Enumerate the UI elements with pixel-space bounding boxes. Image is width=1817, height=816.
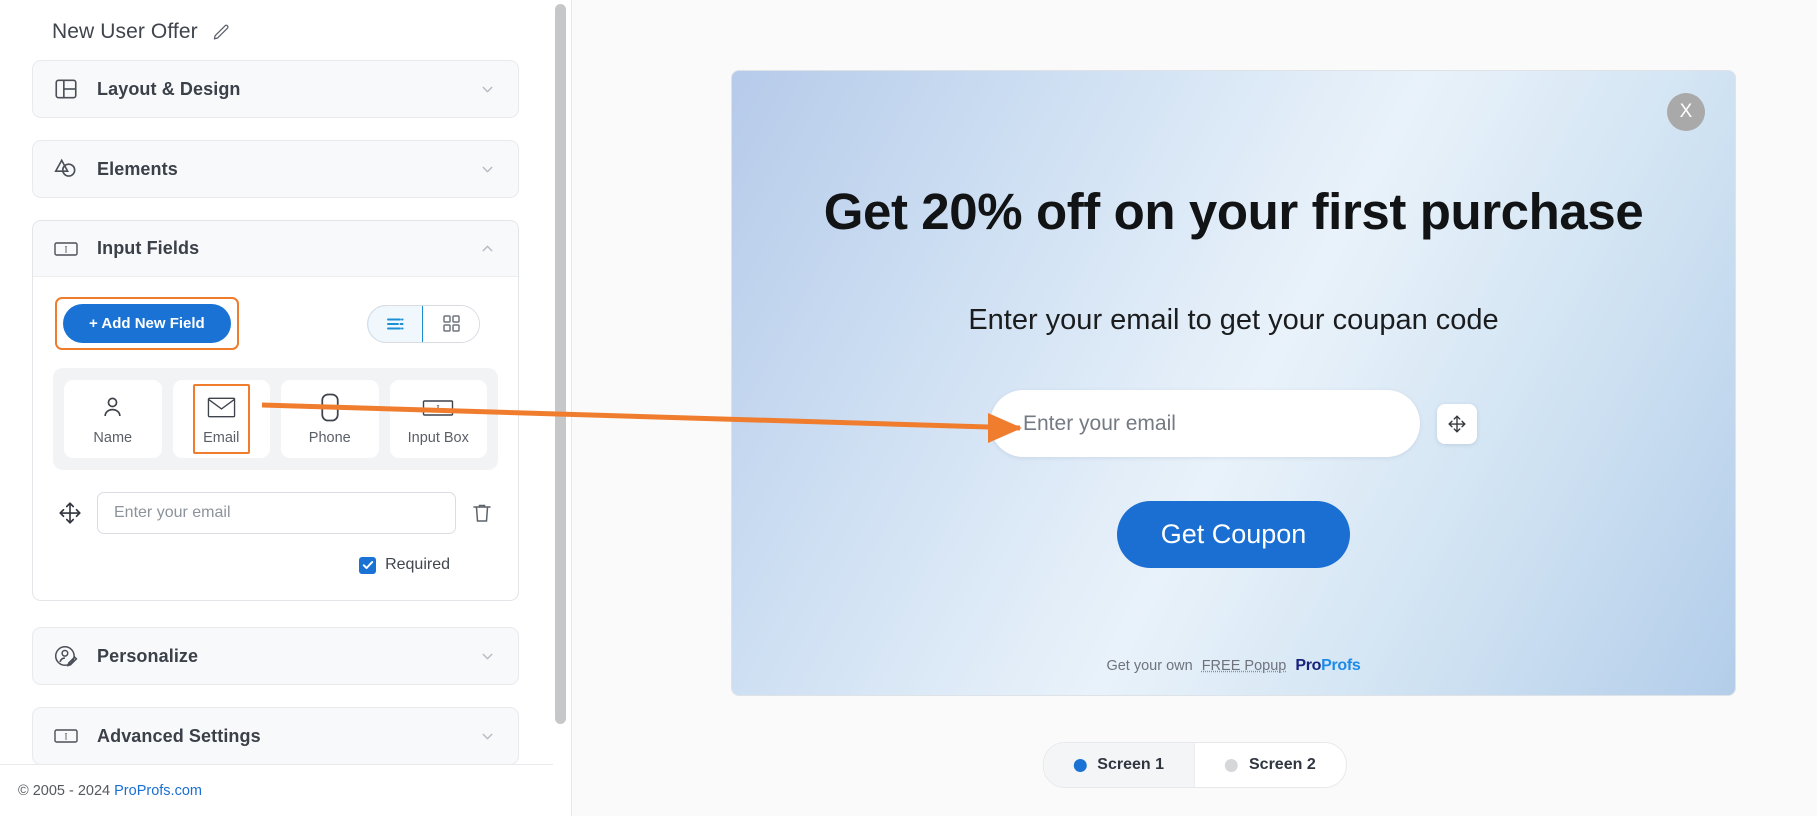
app-root: New User Offer Layout & Design Elements …	[0, 0, 1817, 816]
user-icon	[99, 393, 126, 423]
move-icon[interactable]	[57, 500, 83, 526]
page-title: New User Offer	[52, 20, 198, 43]
copyright-label: © 2005 - 2024	[18, 782, 115, 799]
phone-icon	[320, 393, 340, 423]
popup-preview: X Get 20% off on your first purchase Ent…	[731, 70, 1736, 696]
popup-branding: Get your own FREE Popup ProProfs	[732, 657, 1735, 675]
field-type-label: Phone	[308, 429, 351, 446]
field-type-name[interactable]: Name	[64, 380, 162, 458]
chevron-down-icon[interactable]	[479, 161, 496, 178]
popup-email-row	[732, 390, 1735, 457]
sidebar-scroll-area: New User Offer Layout & Design Elements …	[0, 0, 553, 816]
input-fields-toolbar: + Add New Field	[53, 295, 498, 350]
sidebar-section-personalize[interactable]: Personalize	[32, 627, 519, 685]
envelope-icon	[207, 393, 236, 423]
sidebar-section-label: Personalize	[97, 645, 199, 666]
sidebar-section-advanced-settings[interactable]: I Advanced Settings	[32, 707, 519, 765]
sidebar-section-layout-design[interactable]: Layout & Design	[32, 60, 519, 118]
sidebar-scrollbar-track[interactable]	[555, 0, 569, 816]
sidebar-section-label: Advanced Settings	[97, 725, 261, 746]
status-dot	[1225, 758, 1238, 772]
free-popup-link[interactable]: FREE Popup	[1202, 658, 1287, 674]
screen-switcher: Screen 1 Screen 2	[1042, 742, 1347, 788]
tab-screen-2[interactable]: Screen 2	[1194, 743, 1346, 787]
field-type-picker: Name Email Phone I Input Box	[53, 368, 498, 470]
section-header[interactable]: I Advanced Settings	[33, 708, 518, 764]
section-header[interactable]: Elements	[33, 141, 518, 197]
proprofs-link[interactable]: ProProfs.com	[114, 783, 202, 799]
move-icon[interactable]	[1437, 403, 1477, 444]
grid-view-icon[interactable]	[423, 305, 479, 342]
chevron-up-icon[interactable]	[479, 240, 496, 257]
required-checkbox[interactable]	[359, 556, 377, 574]
input-box-icon: I	[53, 236, 79, 262]
status-dot	[1073, 758, 1087, 772]
add-new-field-button[interactable]: + Add New Field	[63, 304, 231, 343]
logo-part-two: Profs	[1321, 657, 1361, 674]
tab-label: Screen 2	[1249, 756, 1316, 773]
field-type-phone[interactable]: Phone	[281, 380, 379, 458]
svg-text:I: I	[65, 244, 68, 254]
sidebar-section-label: Layout & Design	[97, 78, 241, 99]
popup-subheadline[interactable]: Enter your email to get your coupan code	[732, 304, 1735, 337]
sidebar-section-elements[interactable]: Elements	[32, 140, 519, 198]
popup-headline[interactable]: Get 20% off on your first purchase	[732, 182, 1735, 241]
field-type-input-box[interactable]: I Input Box	[389, 380, 487, 458]
field-type-label: Name	[93, 429, 133, 446]
field-type-label: Input Box	[407, 429, 469, 446]
add-new-field-highlight: + Add New Field	[55, 297, 239, 350]
field-row	[53, 492, 498, 534]
list-view-icon[interactable]	[368, 305, 423, 342]
pencil-icon[interactable]	[212, 23, 231, 42]
copyright-text: © 2005 - 2024 ProProfs.com	[18, 783, 202, 799]
branding-prefix: Get your own	[1106, 658, 1193, 674]
chevron-down-icon[interactable]	[479, 648, 496, 665]
section-header[interactable]: Personalize	[33, 628, 518, 684]
sidebar-section-label: Input Fields	[97, 238, 200, 258]
sidebar-section-label: Elements	[97, 158, 178, 179]
editor-sidebar: New User Offer Layout & Design Elements …	[0, 0, 572, 816]
input-box-icon: I	[53, 723, 79, 749]
get-coupon-button[interactable]: Get Coupon	[1116, 501, 1351, 568]
field-type-email[interactable]: Email	[172, 380, 270, 458]
input-box-icon: I	[422, 393, 454, 423]
field-type-label: Email	[203, 429, 240, 446]
shapes-icon	[53, 156, 79, 182]
sidebar-footer: © 2005 - 2024 ProProfs.com	[0, 764, 553, 816]
section-header[interactable]: Layout & Design	[33, 61, 518, 117]
project-title-row: New User Offer	[0, 0, 553, 60]
chevron-down-icon[interactable]	[479, 728, 496, 745]
logo-part-one: Pro	[1295, 657, 1322, 674]
tab-screen-1[interactable]: Screen 1	[1043, 743, 1194, 787]
svg-text:I: I	[437, 404, 440, 415]
svg-text:I: I	[65, 732, 68, 742]
sidebar-scrollbar-thumb[interactable]	[555, 4, 566, 724]
close-icon[interactable]: X	[1667, 93, 1705, 131]
tab-label: Screen 1	[1097, 756, 1164, 773]
preview-canvas: X Get 20% off on your first purchase Ent…	[572, 0, 1817, 816]
view-toggle[interactable]	[367, 304, 480, 343]
required-row: Required	[53, 556, 498, 574]
chevron-down-icon[interactable]	[479, 81, 496, 98]
required-label: Required	[385, 556, 450, 573]
section-header[interactable]: I Input Fields	[33, 221, 518, 277]
popup-email-input[interactable]	[990, 390, 1420, 457]
proprofs-logo[interactable]: ProProfs	[1295, 657, 1360, 675]
field-label-input[interactable]	[97, 492, 456, 534]
personalize-icon	[53, 643, 79, 669]
input-fields-body: + Add New Field Name Email Phone I Input…	[33, 277, 518, 600]
trash-icon[interactable]	[470, 501, 494, 525]
layout-icon	[53, 76, 79, 102]
sidebar-section-input-fields[interactable]: I Input Fields + Add New Field Name Emai…	[32, 220, 519, 601]
